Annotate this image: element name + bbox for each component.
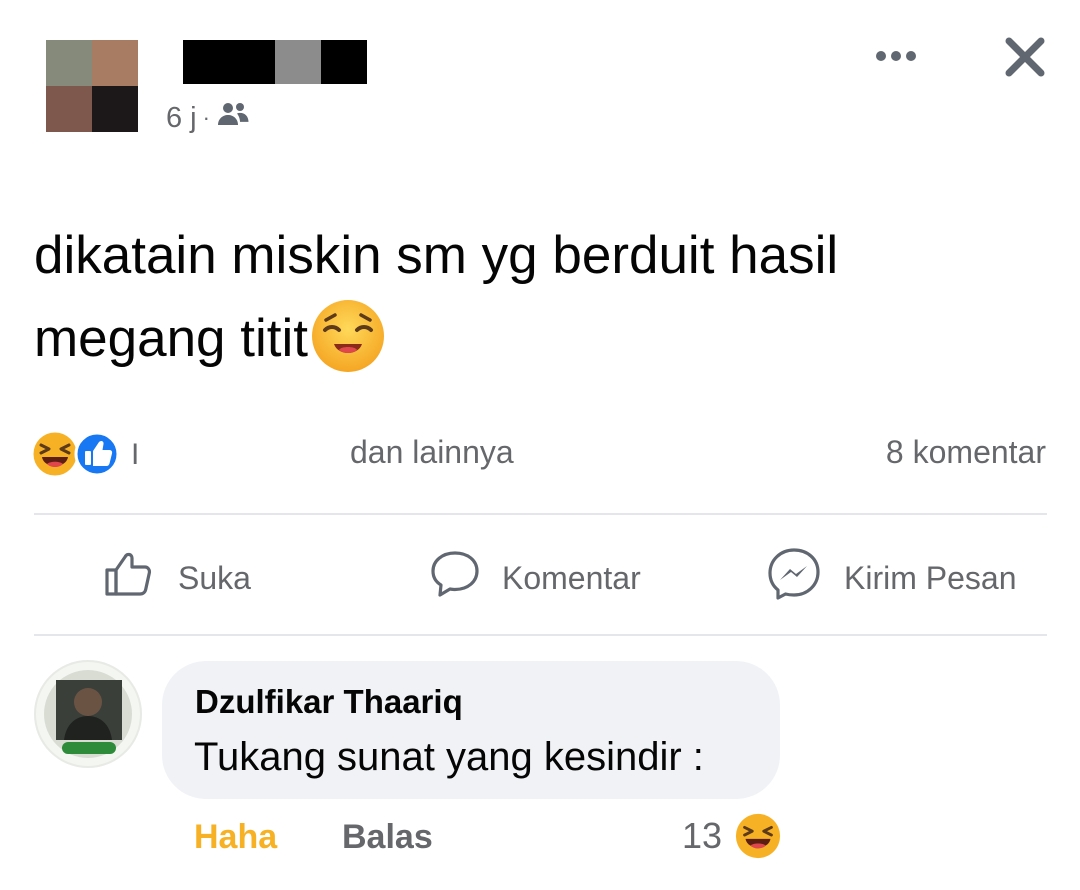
reply-button[interactable]: Balas xyxy=(342,818,433,857)
comment-button[interactable]: Komentar xyxy=(430,548,641,608)
reactions-and-others[interactable]: dan lainnya xyxy=(350,434,514,471)
poster-avatar-redacted[interactable] xyxy=(46,40,138,132)
post-text-line-1: dikatain miskin sm yg berduit hasil xyxy=(34,226,839,285)
commenter-name[interactable]: Dzulfikar Thaariq xyxy=(195,683,463,721)
post-meta: 6 j · xyxy=(166,98,250,138)
like-reaction-icon xyxy=(74,431,120,482)
divider-bottom xyxy=(34,634,1047,636)
more-options-icon[interactable] xyxy=(868,40,924,72)
comment-count[interactable]: 8 komentar xyxy=(886,434,1046,471)
like-label: Suka xyxy=(178,559,251,596)
comment-reaction-count[interactable]: 13 xyxy=(682,815,722,857)
friends-icon xyxy=(216,101,250,135)
messenger-icon xyxy=(766,546,822,610)
relieved-face-emoji-icon xyxy=(310,298,386,374)
haha-reaction-icon[interactable] xyxy=(734,812,782,860)
poster-name-redacted[interactable] xyxy=(183,40,367,84)
divider-top xyxy=(34,513,1047,515)
thumbs-up-icon xyxy=(104,550,156,606)
close-icon[interactable] xyxy=(998,30,1052,84)
post-text-line-2: megang titit xyxy=(34,297,1044,380)
comment-text: Tukang sunat yang kesindir : xyxy=(194,735,704,779)
send-message-label: Kirim Pesan xyxy=(844,559,1017,596)
reactions-names-truncated: I xyxy=(131,438,140,471)
post-text: dikatain miskin sm yg berduit hasil mega… xyxy=(34,214,1044,380)
haha-reaction-button[interactable]: Haha xyxy=(194,818,277,857)
like-button[interactable]: Suka xyxy=(104,548,251,608)
comment-label: Komentar xyxy=(502,559,641,596)
send-message-button[interactable]: Kirim Pesan xyxy=(766,548,1017,608)
haha-reaction-icon xyxy=(30,429,80,484)
post-time[interactable]: 6 j xyxy=(166,102,197,135)
comment-bubble-icon xyxy=(430,550,480,606)
meta-separator: · xyxy=(202,105,210,130)
reactions-summary[interactable] xyxy=(30,429,120,484)
commenter-avatar[interactable] xyxy=(34,660,142,768)
